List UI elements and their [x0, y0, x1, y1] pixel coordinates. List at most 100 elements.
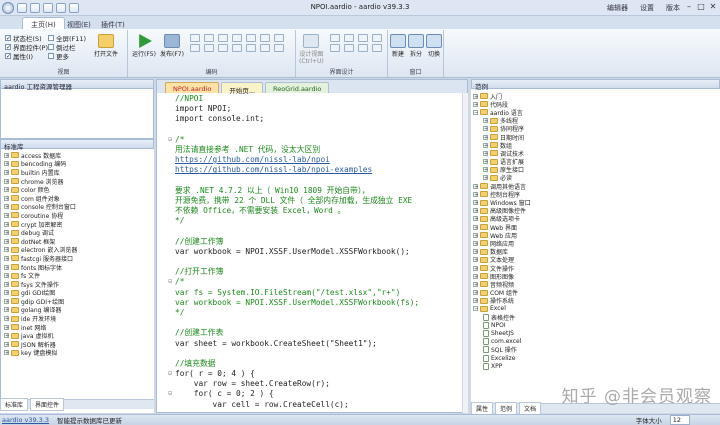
expand-icon[interactable]: +: [473, 183, 478, 189]
expand-icon[interactable]: +: [483, 150, 488, 156]
expand-icon[interactable]: +: [473, 265, 478, 271]
same-height-icon[interactable]: [372, 44, 382, 52]
library-item[interactable]: + bencoding 编码: [4, 160, 151, 168]
fold-marker[interactable]: ⊟: [157, 369, 175, 379]
expand-icon[interactable]: −: [473, 306, 478, 312]
sample-item[interactable]: + 网络应用: [473, 239, 718, 248]
fold-marker[interactable]: [157, 145, 175, 155]
fold-marker[interactable]: [157, 339, 175, 349]
uncomment-icon[interactable]: [204, 44, 214, 52]
tab-start-page[interactable]: 开始页...: [221, 82, 264, 95]
library-item[interactable]: + fonts 图标字体: [4, 263, 151, 272]
outdent-icon[interactable]: [274, 34, 284, 42]
expand-icon[interactable]: +: [473, 281, 478, 287]
expand-icon[interactable]: +: [483, 167, 488, 173]
fold-marker[interactable]: [157, 155, 175, 165]
expand-icon[interactable]: +: [4, 324, 9, 330]
find-icon[interactable]: [232, 34, 242, 42]
goto-icon[interactable]: [246, 44, 256, 52]
library-item[interactable]: + fsys 文件操作: [4, 280, 151, 289]
fold-marker[interactable]: [157, 196, 175, 206]
fold-marker[interactable]: [157, 379, 175, 389]
expand-icon[interactable]: +: [4, 212, 9, 218]
bookmark-icon[interactable]: [232, 44, 242, 52]
sample-item[interactable]: XPP: [473, 362, 718, 370]
expand-icon[interactable]: +: [4, 204, 9, 210]
split-button[interactable]: 拆分: [408, 34, 424, 58]
library-item[interactable]: + gdip GDI+绘图: [4, 297, 151, 306]
expand-icon[interactable]: +: [4, 161, 9, 167]
tab-npoi-file[interactable]: NPOI.aardio: [165, 82, 220, 93]
library-item[interactable]: + key 键盘模拟: [4, 349, 151, 357]
library-item[interactable]: + com 组件对象: [4, 194, 151, 203]
expand-icon[interactable]: +: [473, 298, 478, 304]
version-link[interactable]: aardio v39.3.3: [2, 416, 49, 424]
expand-icon[interactable]: +: [473, 224, 478, 230]
fold-marker[interactable]: [157, 237, 175, 247]
expand-icon[interactable]: +: [473, 200, 478, 206]
expand-icon[interactable]: +: [4, 221, 9, 227]
expand-icon[interactable]: +: [473, 216, 478, 222]
fold-marker[interactable]: [157, 226, 175, 236]
fold-marker[interactable]: [157, 94, 175, 104]
properties-checkbox[interactable]: ✓ 属性(I): [5, 51, 48, 61]
expand-icon[interactable]: +: [4, 238, 9, 244]
settings-menu[interactable]: 设置: [640, 3, 654, 13]
editor-menu[interactable]: 编辑器: [607, 3, 628, 13]
expand-icon[interactable]: +: [473, 232, 478, 238]
expand-icon[interactable]: +: [4, 247, 9, 253]
align-left-icon[interactable]: [330, 34, 340, 42]
sample-item[interactable]: 表格控件: [473, 313, 718, 322]
library-item[interactable]: + java 虚拟机: [4, 331, 151, 340]
library-item[interactable]: + console 控制台窗口: [4, 203, 151, 211]
minimize-icon[interactable]: –: [684, 2, 694, 12]
expand-icon[interactable]: +: [473, 240, 478, 246]
expand-icon[interactable]: +: [4, 264, 9, 270]
project-explorer[interactable]: [0, 89, 154, 139]
paste-icon[interactable]: [218, 34, 228, 42]
fold-marker[interactable]: [157, 267, 175, 277]
tab-standard-library[interactable]: 标准库: [0, 398, 29, 411]
library-item[interactable]: + fastcgi 服务器接口: [4, 254, 151, 263]
new-window-button[interactable]: 新建: [390, 34, 406, 58]
expand-icon[interactable]: +: [4, 298, 9, 304]
expand-icon[interactable]: +: [483, 118, 488, 124]
font-size-select[interactable]: 12: [669, 415, 690, 425]
sample-item[interactable]: + 操作系统: [473, 297, 718, 305]
library-item[interactable]: + gdi GDI绘图: [4, 289, 151, 297]
fold-marker[interactable]: [157, 349, 175, 359]
replace-icon[interactable]: [246, 34, 256, 42]
expand-icon[interactable]: +: [473, 191, 478, 197]
fold-icon[interactable]: [260, 44, 270, 52]
fold-marker[interactable]: ⊟: [157, 135, 175, 145]
sample-item[interactable]: SheetJS: [473, 329, 718, 338]
expand-icon[interactable]: +: [4, 316, 9, 322]
publish-button[interactable]: 发布(F7): [160, 34, 184, 58]
fold-marker[interactable]: [157, 186, 175, 196]
library-item[interactable]: + electron 嵌入浏览器: [4, 246, 151, 254]
align-center-icon[interactable]: [344, 34, 354, 42]
editor-scrollbar[interactable]: [462, 93, 468, 413]
library-item[interactable]: + crypt 加密解密: [4, 220, 151, 229]
library-item[interactable]: + ide 开发环境: [4, 314, 151, 323]
open-file-button[interactable]: 打开文件: [94, 34, 118, 58]
library-item[interactable]: + dotNet 框架: [4, 237, 151, 246]
expand-icon[interactable]: +: [483, 175, 488, 181]
expand-icon[interactable]: +: [483, 134, 488, 140]
sample-item[interactable]: + 入门: [473, 92, 718, 101]
fold-marker[interactable]: [157, 328, 175, 338]
library-item[interactable]: + chrome 浏览器: [4, 177, 151, 186]
fold-marker[interactable]: [157, 318, 175, 328]
fold-marker[interactable]: [157, 165, 175, 175]
expand-icon[interactable]: +: [473, 273, 478, 279]
fold-marker[interactable]: [157, 125, 175, 135]
fold-marker[interactable]: [157, 104, 175, 114]
expand-icon[interactable]: +: [473, 208, 478, 214]
library-item[interactable]: + builtin 内置库: [4, 168, 151, 177]
align-bottom-icon[interactable]: [358, 44, 368, 52]
expand-icon[interactable]: +: [473, 257, 478, 263]
fold-marker[interactable]: [157, 359, 175, 369]
expand-icon[interactable]: +: [4, 281, 9, 287]
close-icon[interactable]: ✕: [708, 2, 718, 12]
fold-marker[interactable]: [157, 247, 175, 257]
